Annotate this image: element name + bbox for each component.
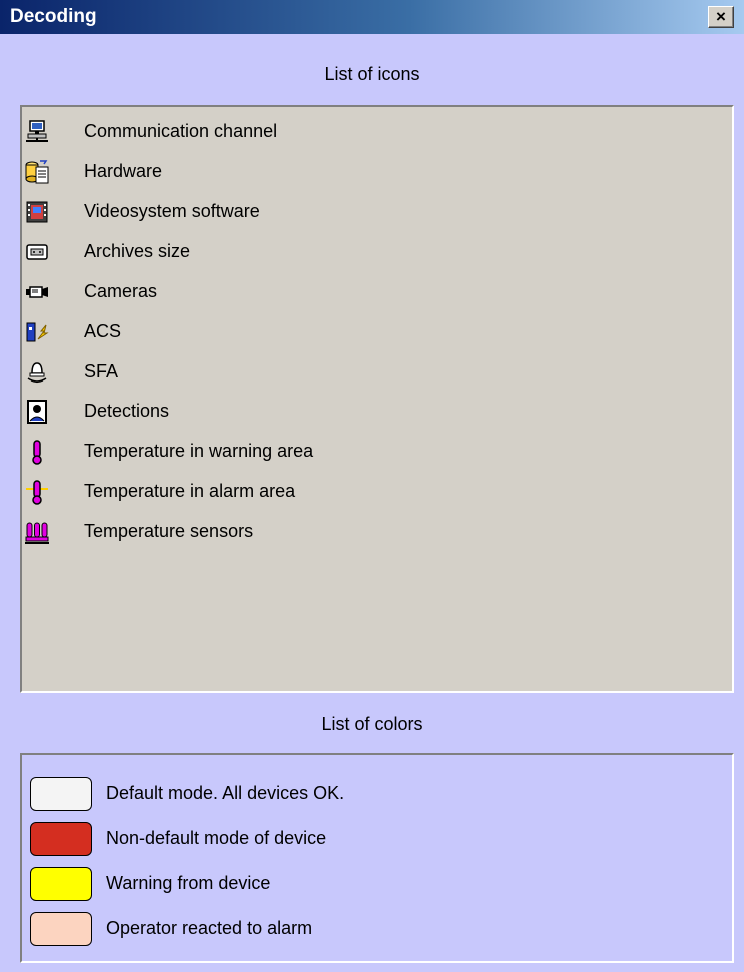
colors-list: Default mode. All devices OK. Non-defaul…: [20, 753, 734, 963]
list-item: Temperature in warning area: [22, 437, 732, 467]
list-item: Videosystem software: [22, 197, 732, 227]
archive-icon: [24, 239, 50, 265]
film-icon: [24, 199, 50, 225]
list-item-label: Warning from device: [106, 873, 271, 893]
lightning-door-icon: [24, 319, 50, 345]
list-item: Hardware: [22, 157, 732, 187]
list-item: Operator reacted to alarm: [30, 912, 720, 952]
thermometer-alarm-icon: [24, 479, 50, 505]
thermometer-warning-icon: [24, 439, 50, 465]
list-item-label: Hardware: [84, 161, 163, 181]
temperature-sensors-icon: [24, 519, 50, 545]
list-item-label: Archives size: [84, 241, 191, 261]
list-item: Default mode. All devices OK.: [30, 777, 720, 817]
colors-heading: List of colors: [321, 714, 423, 734]
camera-icon: [24, 279, 50, 305]
list-item-label: SFA: [84, 361, 119, 381]
list-item: Cameras: [22, 277, 732, 307]
window-title: Decoding: [10, 6, 97, 27]
list-item-label: Default mode. All devices OK.: [106, 783, 345, 803]
list-item-label: Detections: [84, 401, 170, 421]
list-item-label: Temperature in alarm area: [84, 481, 296, 501]
list-item: Warning from device: [30, 867, 720, 907]
list-item: Temperature sensors: [22, 517, 732, 547]
list-item: SFA: [22, 357, 732, 387]
icons-list: Communication channel Hardware Videosyst…: [20, 105, 734, 693]
list-item-label: Temperature sensors: [84, 521, 254, 541]
hardware-icon: [24, 159, 50, 185]
color-swatch: [30, 912, 92, 946]
list-item: Detections: [22, 397, 732, 427]
list-item-label: ACS: [84, 321, 122, 341]
list-item-label: Non-default mode of device: [106, 828, 327, 848]
list-item-label: Temperature in warning area: [84, 441, 314, 461]
icons-heading: List of icons: [324, 64, 420, 84]
list-item: Communication channel: [22, 117, 732, 147]
list-item: ACS: [22, 317, 732, 347]
color-swatch: [30, 777, 92, 811]
detector-icon: [24, 399, 50, 425]
color-swatch: [30, 867, 92, 901]
color-swatch: [30, 822, 92, 856]
list-item-label: Cameras: [84, 281, 158, 301]
list-item-label: Videosystem software: [84, 201, 260, 221]
list-item: Temperature in alarm area: [22, 477, 732, 507]
title-bar: Decoding ×: [0, 0, 744, 34]
close-icon: ×: [716, 7, 726, 26]
computer-icon: [24, 119, 50, 145]
list-item-label: Operator reacted to alarm: [106, 918, 313, 938]
list-item: Non-default mode of device: [30, 822, 720, 862]
list-item-label: Communication channel: [84, 121, 278, 141]
siren-icon: [24, 359, 50, 385]
list-item: Archives size: [22, 237, 732, 267]
close-button[interactable]: ×: [708, 6, 734, 28]
